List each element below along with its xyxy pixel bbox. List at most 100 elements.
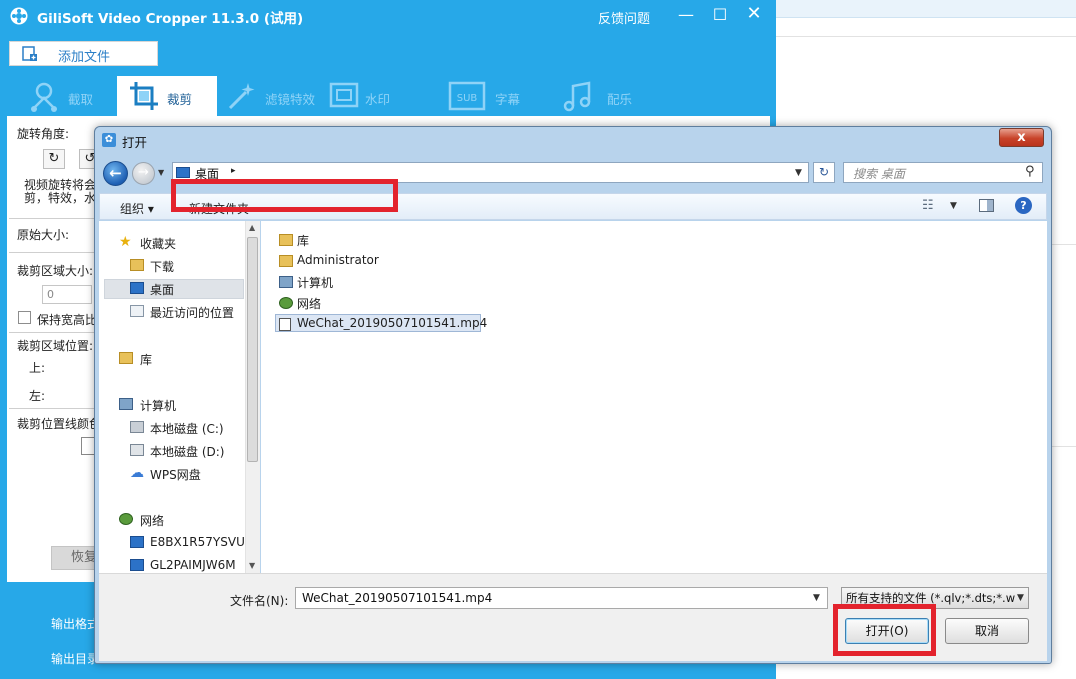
file-item-network[interactable]: 网络 — [297, 295, 321, 312]
search-icon[interactable]: ⚲ — [1025, 164, 1035, 179]
recent-places-icon — [130, 305, 144, 317]
forward-button[interactable]: → — [132, 162, 155, 185]
add-file-button[interactable]: 添加文件 — [9, 41, 158, 66]
file-item-library[interactable]: 库 — [297, 232, 309, 249]
nav-item-downloads[interactable]: 下载 — [150, 258, 174, 275]
top-label: 上: — [29, 361, 46, 375]
nav-item-favorites[interactable]: 收藏夹 — [140, 235, 176, 252]
tab-subtitle[interactable]: SUB 字幕 — [448, 76, 544, 118]
background-divider — [1052, 446, 1076, 447]
app-title: GiliSoft Video Cropper 11.3.0 (试用) — [37, 11, 304, 27]
svg-text:SUB: SUB — [457, 93, 478, 104]
star-icon: ★ — [119, 234, 132, 250]
feedback-link[interactable]: 反馈问题 — [598, 8, 650, 27]
nav-item-network[interactable]: 网络 — [140, 512, 164, 529]
tab-music-label: 配乐 — [607, 92, 633, 107]
rotate-left-button[interactable]: ↻ — [43, 149, 65, 169]
background-divider — [1052, 244, 1076, 245]
nav-item-wps[interactable]: WPS网盘 — [150, 466, 201, 483]
breadcrumb-arrow-icon[interactable]: ▸ — [231, 166, 236, 176]
tab-music[interactable]: 配乐 — [561, 76, 651, 118]
filename-label: 文件名(N): — [230, 594, 289, 608]
refresh-button[interactable]: ↻ — [813, 162, 835, 183]
magic-wand-icon — [228, 83, 255, 110]
library-folder-icon — [279, 234, 293, 246]
left-label: 左: — [29, 389, 46, 403]
app-logo-icon — [10, 7, 28, 25]
file-list-pane: 库 Administrator 计算机 网络 WeChat_2019050710… — [261, 221, 1047, 573]
crop-area-size-label: 裁剪区域大小: — [17, 264, 94, 278]
search-input[interactable]: 搜索 桌面 ⚲ — [843, 162, 1043, 183]
nav-item-drive-c[interactable]: 本地磁盘 (C:) — [150, 420, 224, 437]
nav-item-desktop[interactable]: 桌面 — [150, 281, 174, 298]
nav-item-libraries[interactable]: 库 — [140, 351, 152, 368]
music-note-icon — [563, 81, 591, 112]
help-icon[interactable]: ? — [1015, 197, 1032, 214]
divider — [9, 218, 105, 219]
desktop-icon — [130, 282, 144, 294]
original-size-label: 原始大小: — [17, 228, 70, 242]
crop-area-position-label: 裁剪区域位置: — [17, 339, 94, 353]
keep-ratio-checkbox[interactable] — [18, 311, 31, 324]
history-dropdown-icon[interactable]: ▼ — [158, 168, 164, 177]
divider — [9, 408, 105, 409]
crop-line-color-label: 裁剪位置线颜色 — [17, 417, 102, 431]
file-item-wechat-mp4[interactable]: WeChat_20190507101541.mp4 — [297, 316, 487, 330]
tab-watermark[interactable]: 水印 — [328, 76, 418, 118]
tab-trim[interactable]: 截取 — [27, 76, 117, 118]
nav-item-computer[interactable]: 计算机 — [140, 397, 176, 414]
address-dropdown-icon[interactable]: ▼ — [795, 168, 802, 178]
add-file-icon — [22, 46, 37, 61]
crop-icon — [130, 82, 158, 110]
back-button[interactable]: ← — [103, 161, 128, 186]
desktop-icon — [176, 167, 190, 178]
close-button[interactable]: ✕ — [743, 5, 765, 23]
libraries-icon — [119, 352, 133, 364]
cancel-button[interactable]: 取消 — [945, 618, 1029, 644]
divider — [9, 332, 105, 333]
tab-watermark-label: 水印 — [365, 92, 391, 107]
computer-icon — [279, 276, 293, 288]
rotate-angle-label: 旋转角度: — [17, 127, 70, 141]
minimize-button[interactable]: — — [675, 6, 697, 24]
keep-ratio-label: 保持宽高比 — [37, 313, 98, 327]
annotation-highlight-file — [171, 179, 398, 212]
dialog-close-button[interactable]: x — [999, 128, 1044, 147]
maximize-button[interactable]: ☐ — [709, 6, 731, 24]
filter-dropdown-icon[interactable]: ▼ — [1017, 593, 1024, 603]
dialog-title: 打开 — [122, 135, 148, 150]
nav-item-pc2[interactable]: GL2PAIMJW6M — [150, 558, 236, 572]
search-placeholder: 搜索 桌面 — [853, 167, 905, 181]
network-icon — [119, 513, 133, 525]
tab-filter-effects-label: 滤镜特效 — [265, 92, 316, 107]
preview-pane-icon[interactable] — [979, 199, 994, 212]
file-item-administrator[interactable]: Administrator — [297, 253, 379, 267]
network-pc-icon — [130, 559, 144, 571]
divider — [9, 252, 105, 253]
tab-filter-effects[interactable]: 滤镜特效 — [226, 76, 322, 118]
scroll-up-icon[interactable]: ▲ — [249, 223, 255, 232]
cloud-icon: ☁ — [130, 465, 144, 481]
filename-dropdown-icon[interactable]: ▼ — [813, 593, 820, 603]
organize-menu[interactable]: 组织 ▾ — [120, 200, 154, 217]
view-dropdown-icon[interactable]: ▼ — [950, 201, 957, 211]
view-options-icon[interactable]: ☷ — [922, 198, 934, 213]
nav-item-drive-d[interactable]: 本地磁盘 (D:) — [150, 443, 224, 460]
scroll-down-icon[interactable]: ▼ — [249, 561, 255, 570]
network-pc-icon — [130, 536, 144, 548]
nav-item-recent[interactable]: 最近访问的位置 — [150, 304, 234, 321]
trim-icon — [31, 82, 57, 112]
navigation-pane: ★ 收藏夹 下载 桌面 最近访问的位置 库 计算机 本地磁盘 (C:) 本地磁盘… — [99, 221, 260, 573]
network-icon — [279, 297, 293, 309]
output-format-label: 输出格式 — [51, 617, 100, 631]
filename-input[interactable]: WeChat_20190507101541.mp4 — [295, 587, 828, 609]
tab-crop[interactable]: 裁剪 — [127, 76, 217, 118]
nav-scrollbar-thumb[interactable] — [247, 237, 258, 462]
output-directory-label: 输出目录 — [51, 652, 100, 666]
nav-item-pc1[interactable]: E8BX1R57YSVU — [150, 535, 245, 549]
file-item-computer[interactable]: 计算机 — [297, 274, 333, 291]
watermark-icon — [329, 82, 359, 108]
dialog-app-icon: ✿ — [102, 133, 116, 147]
crop-width-spinner[interactable]: 0 — [42, 285, 92, 304]
drive-d-icon — [130, 444, 144, 456]
